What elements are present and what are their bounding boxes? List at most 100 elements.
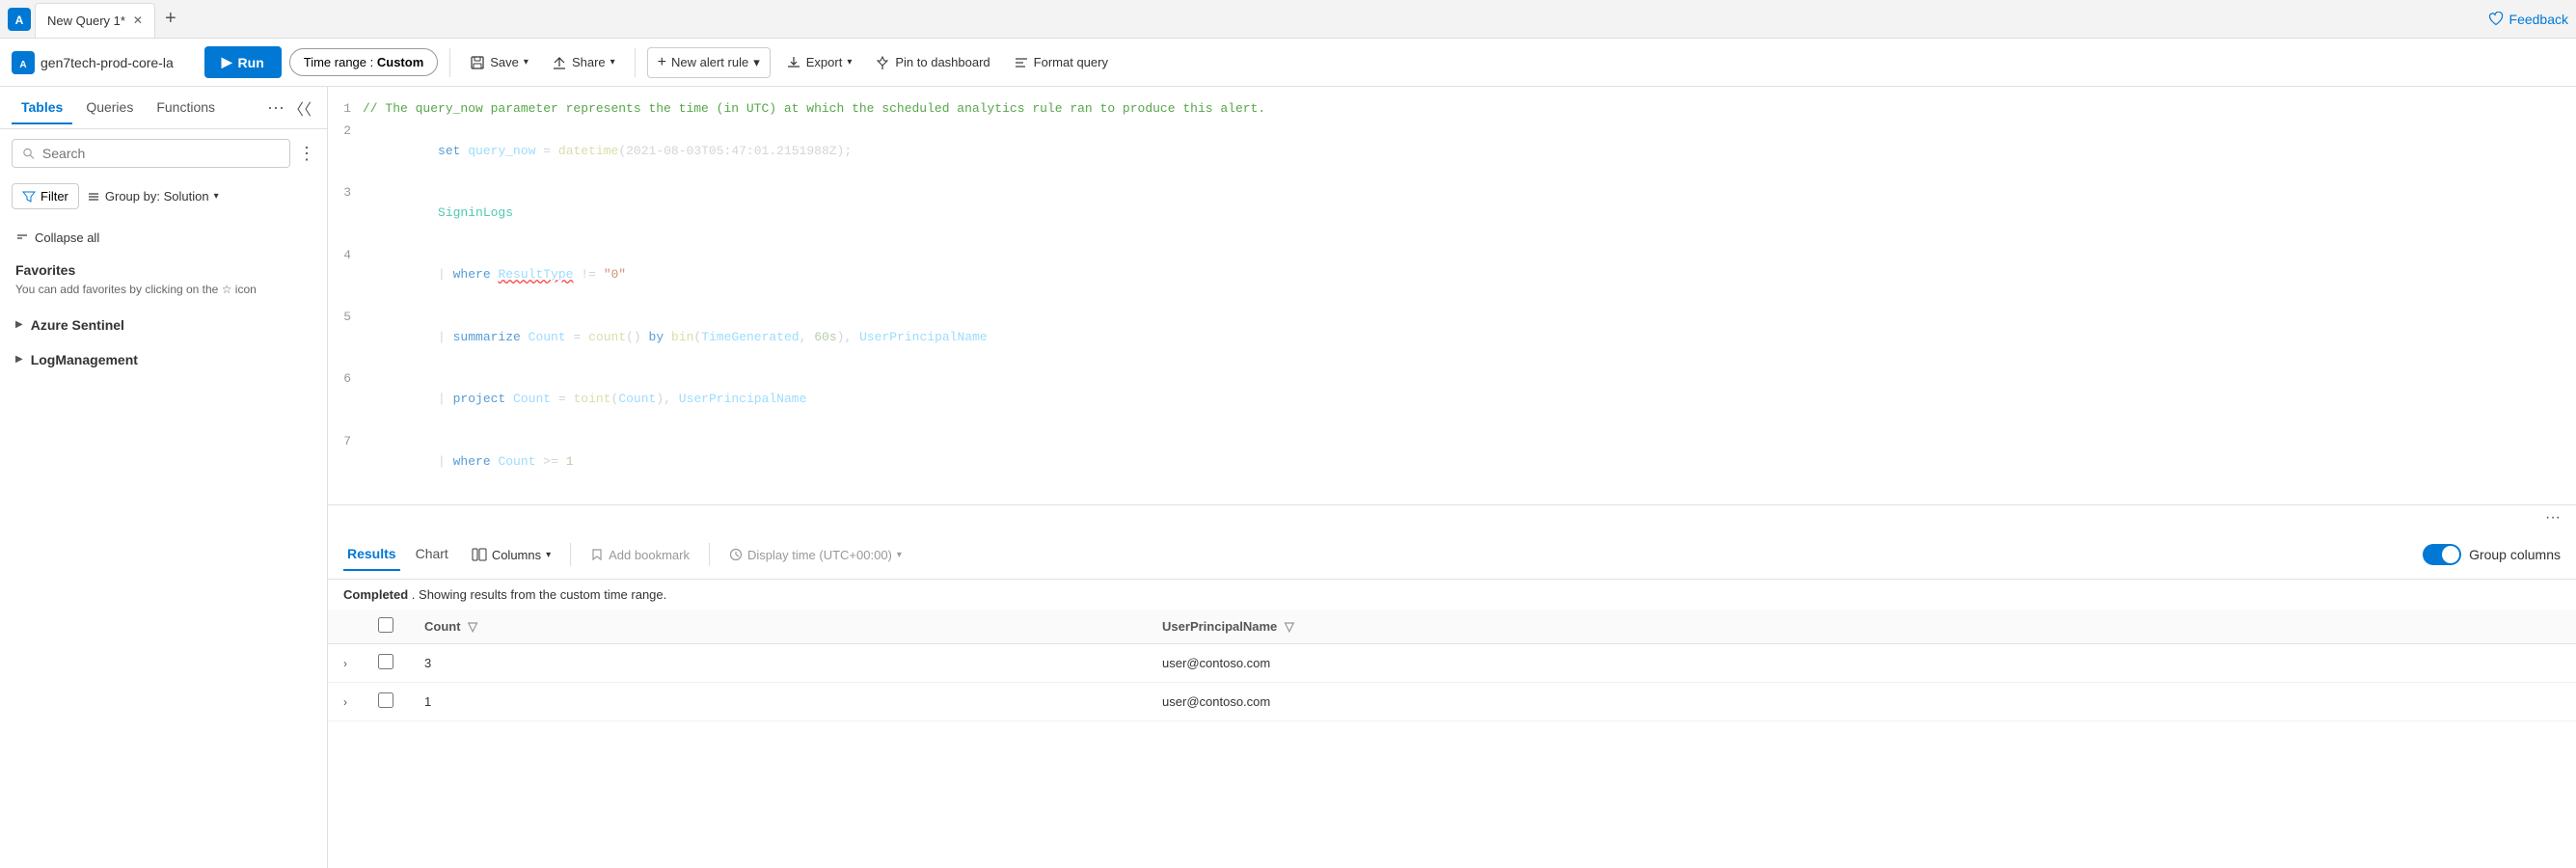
search-more-button[interactable]: ⋮ bbox=[298, 144, 315, 164]
columns-chevron-icon: ▾ bbox=[546, 550, 551, 560]
line-num-2: 2 bbox=[328, 122, 363, 181]
line-content-7: | where Count >= 1 bbox=[363, 432, 2576, 492]
tab-label: New Query 1* bbox=[47, 14, 125, 28]
expand-header bbox=[328, 610, 363, 644]
columns-button[interactable]: Columns ▾ bbox=[464, 542, 558, 567]
clock-icon bbox=[729, 548, 743, 561]
sidebar-tab-functions[interactable]: Functions bbox=[147, 92, 225, 124]
sidebar-item-log-management[interactable]: ▶ LogManagement bbox=[0, 342, 327, 377]
sidebar-item-azure-sentinel[interactable]: ▶ Azure Sentinel bbox=[0, 308, 327, 342]
sidebar-tab-tables[interactable]: Tables bbox=[12, 92, 72, 124]
group-by-label: Group by: Solution bbox=[105, 189, 209, 203]
count-cell-2: 1 bbox=[409, 683, 1147, 721]
save-label: Save bbox=[490, 55, 519, 69]
table-row: › 3 user@contoso.com bbox=[328, 644, 2576, 683]
filter-row: Filter Group by: Solution ▾ bbox=[0, 177, 327, 215]
share-icon bbox=[552, 55, 567, 70]
code-line-7: 7 | where Count >= 1 bbox=[328, 431, 2576, 493]
format-icon bbox=[1014, 55, 1029, 70]
count-filter-icon[interactable]: ▽ bbox=[468, 619, 477, 634]
pin-button[interactable]: Pin to dashboard bbox=[867, 49, 997, 76]
feedback-button[interactable]: Feedback bbox=[2488, 12, 2568, 27]
line-content-3: SigninLogs bbox=[363, 183, 2576, 243]
code-line-6: 6 | project Count = toint(Count), UserPr… bbox=[328, 368, 2576, 430]
toolbar: A gen7tech-prod-core-la ▶ Run Time range… bbox=[0, 39, 2576, 87]
search-row: ⋮ bbox=[0, 129, 327, 177]
favorites-description: You can add favorites by clicking on the… bbox=[15, 282, 312, 298]
row-1-checkbox[interactable] bbox=[378, 654, 393, 669]
azure-sentinel-expand-icon: ▶ bbox=[15, 319, 23, 330]
editor-area: 1 // The query_now parameter represents … bbox=[328, 87, 2576, 868]
tab-bar: A New Query 1* ✕ + Feedback bbox=[0, 0, 2576, 39]
code-line-3: 3 SigninLogs bbox=[328, 182, 2576, 244]
sidebar: Tables Queries Functions ··· 〈〈 ⋮ Filter… bbox=[0, 87, 328, 868]
azure-sentinel-label: Azure Sentinel bbox=[31, 317, 124, 333]
checkbox-cell-2 bbox=[363, 683, 409, 721]
user-filter-icon[interactable]: ▽ bbox=[1285, 619, 1294, 634]
share-chevron-icon: ▾ bbox=[610, 57, 615, 68]
sidebar-collapse-button[interactable]: 〈〈 bbox=[285, 96, 315, 120]
time-range-button[interactable]: Time range : Custom bbox=[289, 48, 439, 76]
columns-label: Columns bbox=[492, 548, 541, 562]
results-tab-results[interactable]: Results bbox=[343, 538, 400, 571]
code-line-1: 1 // The query_now parameter represents … bbox=[328, 98, 2576, 121]
expand-row-2-button[interactable]: › bbox=[343, 695, 347, 709]
time-range-label: Time range bbox=[304, 55, 366, 69]
group-columns-switch[interactable] bbox=[2423, 544, 2461, 565]
workspace-icon: A bbox=[12, 51, 35, 74]
collapse-all-label: Collapse all bbox=[35, 231, 99, 245]
favorites-section: Favorites You can add favorites by click… bbox=[0, 253, 327, 308]
results-table: Count ▽ UserPrincipalName ▽ bbox=[328, 610, 2576, 868]
group-by-button[interactable]: Group by: Solution ▾ bbox=[87, 189, 219, 203]
select-all-checkbox[interactable] bbox=[378, 617, 393, 633]
line-content-6: | project Count = toint(Count), UserPrin… bbox=[363, 369, 2576, 429]
sidebar-more-button[interactable]: ··· bbox=[267, 97, 285, 118]
line-content-2: set query_now = datetime(2021-08-03T05:4… bbox=[363, 122, 2576, 181]
separator-2 bbox=[635, 48, 636, 77]
group-icon bbox=[87, 190, 100, 203]
filter-icon bbox=[22, 190, 36, 203]
line-num-1: 1 bbox=[328, 99, 363, 120]
user-cell-2: user@contoso.com bbox=[1147, 683, 2576, 721]
alert-chevron-icon: ▾ bbox=[753, 55, 760, 70]
row-2-checkbox[interactable] bbox=[378, 692, 393, 708]
line-num-6: 6 bbox=[328, 369, 363, 429]
add-tab-button[interactable]: + bbox=[157, 8, 184, 30]
ellipsis-menu[interactable]: ··· bbox=[328, 505, 2576, 530]
collapse-all-button[interactable]: Collapse all bbox=[0, 223, 115, 253]
checkbox-cell-1 bbox=[363, 644, 409, 683]
save-button[interactable]: Save ▾ bbox=[462, 49, 536, 76]
export-chevron-icon: ▾ bbox=[847, 57, 852, 68]
svg-text:A: A bbox=[19, 60, 26, 70]
search-box[interactable] bbox=[12, 139, 290, 168]
tab-close-icon[interactable]: ✕ bbox=[133, 14, 143, 27]
expand-row-1-button[interactable]: › bbox=[343, 657, 347, 670]
display-time-button[interactable]: Display time (UTC+00:00) ▾ bbox=[721, 543, 909, 567]
sidebar-tabs: Tables Queries Functions ··· 〈〈 bbox=[0, 87, 327, 129]
format-button[interactable]: Format query bbox=[1006, 49, 1116, 76]
export-button[interactable]: Export ▾ bbox=[778, 49, 860, 76]
line-num-5: 5 bbox=[328, 308, 363, 367]
sidebar-tab-queries[interactable]: Queries bbox=[76, 92, 143, 124]
count-header-label: Count bbox=[424, 619, 461, 634]
code-editor[interactable]: 1 // The query_now parameter represents … bbox=[328, 87, 2576, 505]
new-alert-button[interactable]: + New alert rule ▾ bbox=[647, 47, 771, 78]
line-content-1: // The query_now parameter represents th… bbox=[363, 99, 2576, 120]
run-button[interactable]: ▶ Run bbox=[204, 46, 282, 78]
favorites-title: Favorites bbox=[15, 262, 312, 278]
user-cell-1: user@contoso.com bbox=[1147, 644, 2576, 683]
results-tab-chart[interactable]: Chart bbox=[412, 538, 452, 571]
line-num-4: 4 bbox=[328, 246, 363, 306]
status-text: Completed bbox=[343, 587, 408, 602]
save-chevron-icon: ▾ bbox=[524, 57, 529, 68]
line-content-5: | summarize Count = count() by bin(TimeG… bbox=[363, 308, 2576, 367]
active-tab[interactable]: New Query 1* ✕ bbox=[35, 3, 155, 38]
search-input[interactable] bbox=[42, 146, 280, 161]
collapse-icon bbox=[15, 231, 29, 245]
count-cell-1: 3 bbox=[409, 644, 1147, 683]
line-num-3: 3 bbox=[328, 183, 363, 243]
share-button[interactable]: Share ▾ bbox=[544, 49, 623, 76]
add-bookmark-button[interactable]: Add bookmark bbox=[583, 543, 697, 567]
filter-button[interactable]: Filter bbox=[12, 183, 79, 209]
separator-1 bbox=[449, 48, 450, 77]
